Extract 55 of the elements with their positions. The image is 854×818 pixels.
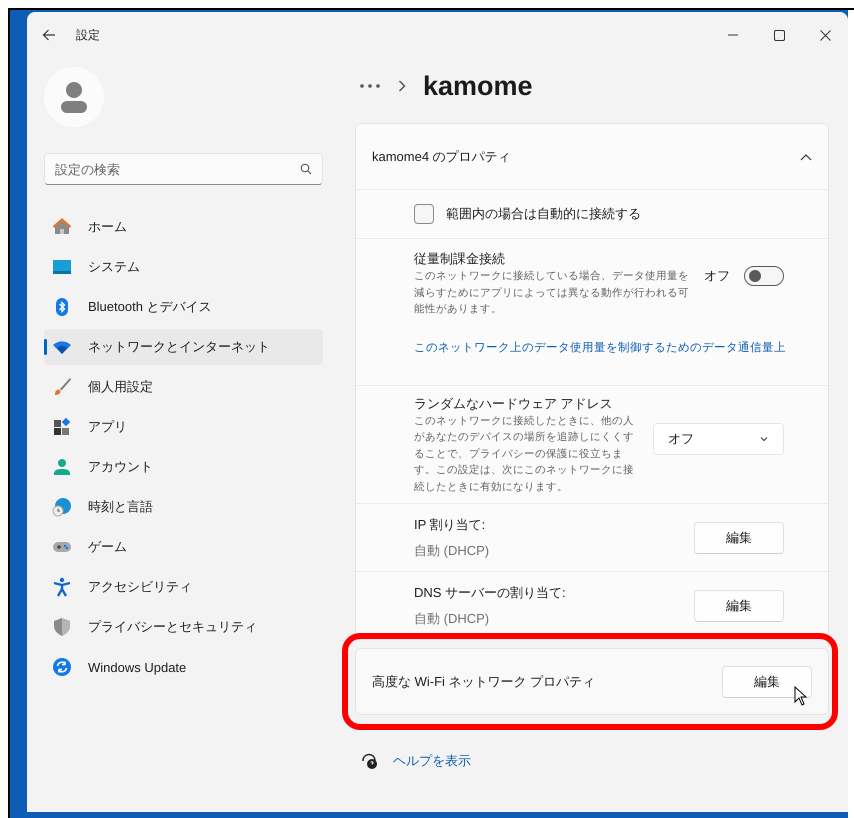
edit-button[interactable]: 編集 (694, 522, 784, 554)
setting-title: 従量制課金接続 (414, 250, 506, 268)
user-icon (59, 81, 89, 113)
help-icon (361, 752, 379, 770)
sidebar-item[interactable]: Bluetooth とデバイス (44, 289, 323, 325)
close-icon[interactable] (820, 30, 830, 40)
page-title: kamome (423, 70, 533, 102)
monitor-icon (52, 257, 72, 277)
search-icon (300, 163, 312, 175)
home-icon (52, 217, 72, 237)
sidebar-item[interactable]: ゲーム (44, 529, 323, 565)
edit-button[interactable]: 編集 (722, 666, 812, 698)
checkbox-label: 範囲内の場合は自動的に接続する (446, 205, 641, 223)
setting-value: 自動 (DHCP) (414, 610, 490, 628)
data-limit-link[interactable]: このネットワーク上のデータ使用量を制御するためのデータ通信量上 (414, 340, 786, 354)
setting-value: 自動 (DHCP) (414, 542, 490, 560)
setting-title: DNS サーバーの割り当て: (414, 584, 567, 602)
selection-indicator (44, 339, 47, 355)
dropdown[interactable]: オフ (653, 422, 784, 454)
help-link[interactable]: ヘルプを表示 (393, 752, 471, 770)
chevron-right-icon (397, 79, 407, 93)
more-icon[interactable] (359, 83, 381, 89)
sidebar-item[interactable]: アクセシビリティ (44, 569, 323, 605)
sidebar-item[interactable]: ネットワークとインターネット (44, 329, 323, 365)
sidebar-item[interactable]: システム (44, 249, 323, 285)
chevron-up-icon[interactable] (800, 152, 812, 160)
sidebar-item[interactable]: アカウント (44, 449, 323, 485)
sidebar-item[interactable]: プライバシーとセキュリティ (44, 609, 323, 645)
setting-title: ランダムなハードウェア アドレス (414, 394, 614, 412)
sidebar-item[interactable]: Windows Update (44, 649, 323, 685)
sidebar-item[interactable]: アプリ (44, 409, 323, 445)
update-icon (52, 657, 72, 677)
setting-description: このネットワークに接続したときに、他の人があなたのデバイスの場所を追跡しにくくすることで、プライバシーの保護に役立ちます。この設定は、次にこのネットワークに接続したときに有効になります。 (414, 414, 635, 494)
globe-clock-icon (52, 497, 72, 517)
sidebar-item[interactable]: ホーム (44, 209, 323, 245)
toggle-switch[interactable] (744, 266, 784, 286)
sidebar-item[interactable]: 時刻と言語 (44, 489, 323, 525)
setting-description: このネットワークに接続している場合、データ使用量を減らすためにアプリによっては異なる動作が行われる可能性があります。 (414, 269, 690, 317)
edit-button[interactable]: 編集 (694, 590, 784, 622)
brush-icon (52, 377, 72, 397)
apps-icon (52, 417, 72, 437)
setting-label: 高度な Wi-Fi ネットワーク プロパティ (372, 672, 596, 690)
shield-icon (52, 617, 72, 637)
person-icon (52, 457, 72, 477)
search-field[interactable]: 設定の検索 (44, 153, 323, 185)
window-title: 設定 (76, 26, 100, 44)
card-title: kamome4 のプロパティ (372, 148, 511, 166)
toggle-state-label: オフ (704, 267, 730, 285)
maximize-icon[interactable] (774, 30, 784, 40)
sidebar-item[interactable]: 個人用設定 (44, 369, 323, 405)
back-icon[interactable] (42, 28, 56, 42)
mouse-pointer-icon (794, 686, 807, 706)
checkbox[interactable] (414, 204, 434, 224)
setting-title: IP 割り当て: (414, 516, 486, 534)
accessibility-icon (52, 577, 72, 597)
